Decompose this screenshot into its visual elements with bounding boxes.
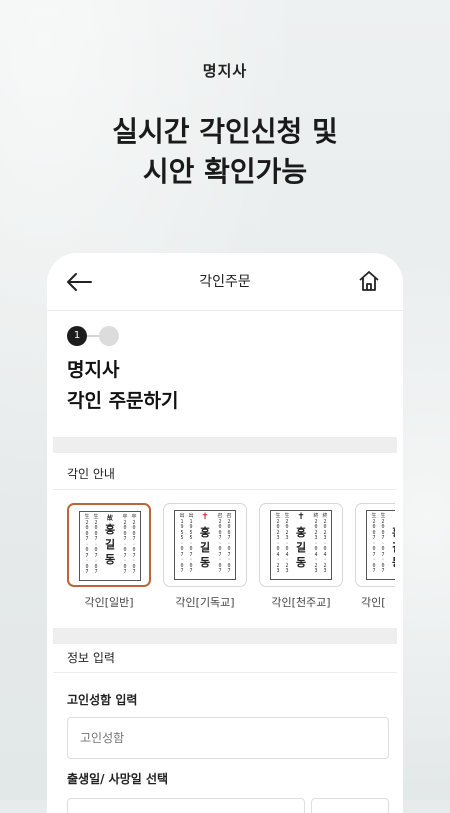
card-caption: 각인[기독교] bbox=[175, 596, 235, 609]
step-next bbox=[99, 326, 119, 346]
card-image-frame: 生 2 0 0 7 · 0 7 · 0 7 生 2 0 0 7 · 0 7 · 0 7 故 홍 길 동 卒 2 0 0 7 · 0 7… bbox=[67, 503, 151, 587]
card-caption: 각인[일반] bbox=[84, 596, 134, 609]
tablet-illustration: 生2007·07·07 生2007·07·07 홍 길 동 bbox=[366, 510, 395, 580]
card-image-frame: 出 1 9 5 5 · 0 7 · 0 7 出 1 9 5 5 · 0 7 · 0 7 ✝ 홍 길 동 召 2 0 0 7 · 0 7… bbox=[163, 503, 247, 587]
date-select-field[interactable] bbox=[67, 798, 305, 813]
headline-line-1: 실시간 각인신청 및 bbox=[112, 115, 338, 148]
tablet-illustration: 生 2 0 0 7 · 0 7 · 0 7 生 2 0 0 7 · 0 7 · 0 7 故 홍 길 동 卒 2 0 0 7 · 0 7… bbox=[79, 511, 141, 581]
section-label-info: 정보 입력 bbox=[67, 651, 115, 665]
tablet-symbol: 故 bbox=[106, 515, 113, 522]
engraving-card-general[interactable]: 生 2 0 0 7 · 0 7 · 0 7 生 2 0 0 7 · 0 7 · 0 7 故 홍 길 동 卒 2 0 0 7 · 0 7… bbox=[67, 503, 151, 610]
engraving-card-protestant[interactable]: 出 1 9 5 5 · 0 7 · 0 7 出 1 9 5 5 · 0 7 · 0 7 ✝ 홍 길 동 召 2 0 0 7 · 0 7… bbox=[163, 503, 247, 610]
cross-icon: ✝ bbox=[201, 512, 209, 522]
headline-line-2: 시안 확인가능 bbox=[142, 155, 308, 188]
deceased-name-label: 고인성함 입력 bbox=[67, 693, 138, 707]
card-caption: 각인[ bbox=[361, 596, 386, 609]
top-bar: 각인주문 bbox=[47, 253, 403, 311]
engraving-card-list: 生 2 0 0 7 · 0 7 · 0 7 生 2 0 0 7 · 0 7 · 0 7 故 홍 길 동 卒 2 0 0 7 · 0 7… bbox=[67, 503, 403, 623]
app-label: 명지사 bbox=[202, 62, 248, 80]
page-title-line-1: 명지사 bbox=[67, 359, 120, 381]
tablet-illustration: 出 1 9 5 5 · 0 7 · 0 7 出 1 9 5 5 · 0 7 · 0 7 ✝ 홍 길 동 召 2 0 0 7 · 0 7… bbox=[174, 510, 236, 580]
divider bbox=[53, 489, 397, 490]
date-select-label: 출생일/ 사망일 선택 bbox=[67, 772, 169, 786]
card-image-frame: 生2007·07·07 生2007·07·07 홍 길 동 bbox=[355, 503, 395, 587]
tablet-name: 홍 길 동 bbox=[199, 526, 211, 569]
tablet-name: 홍 길 동 bbox=[390, 525, 395, 570]
deceased-name-input[interactable] bbox=[67, 717, 389, 759]
phone-screen: 각인주문 1 명지사 각인 주문하기 각인 안내 生 2 0 0 7 · 0 7 · 0 7 生20… bbox=[47, 253, 403, 813]
section-label-guide: 각인 안내 bbox=[67, 467, 115, 481]
cross-icon: ✝ bbox=[297, 512, 305, 522]
card-image-frame: 生 2 0 2 3 · 0 4 · 2 3 生 2 0 2 3 · 0 4 · 2 3 ✝ 홍 길 동 終 2 0 2 3 · 0 4… bbox=[259, 503, 343, 587]
card-caption: 각인[천주교] bbox=[271, 596, 331, 609]
promo-headline: 실시간 각인신청 및 시안 확인가능 bbox=[0, 112, 450, 192]
section-divider bbox=[53, 437, 397, 453]
page-header-title: 각인주문 bbox=[199, 274, 251, 290]
tablet-name: 홍 길 동 bbox=[295, 526, 307, 569]
tablet-illustration: 生 2 0 2 3 · 0 4 · 2 3 生 2 0 2 3 · 0 4 · 2 3 ✝ 홍 길 동 終 2 0 2 3 · 0 4… bbox=[270, 510, 332, 580]
page-title-line-2: 각인 주문하기 bbox=[67, 390, 179, 412]
step-current: 1 bbox=[67, 326, 87, 346]
divider bbox=[53, 672, 397, 673]
page-title: 명지사 각인 주문하기 bbox=[67, 355, 179, 417]
home-icon[interactable] bbox=[357, 269, 381, 293]
tablet-name: 홍 길 동 bbox=[104, 523, 116, 566]
step-indicator: 1 bbox=[67, 325, 127, 347]
date-select-field-secondary[interactable] bbox=[311, 798, 389, 813]
engraving-card-catholic[interactable]: 生 2 0 2 3 · 0 4 · 2 3 生 2 0 2 3 · 0 4 · 2 3 ✝ 홍 길 동 終 2 0 2 3 · 0 4… bbox=[259, 503, 343, 610]
section-divider bbox=[53, 628, 397, 644]
engraving-card-partial[interactable]: 生2007·07·07 生2007·07·07 홍 길 동 각인[ bbox=[355, 503, 395, 610]
